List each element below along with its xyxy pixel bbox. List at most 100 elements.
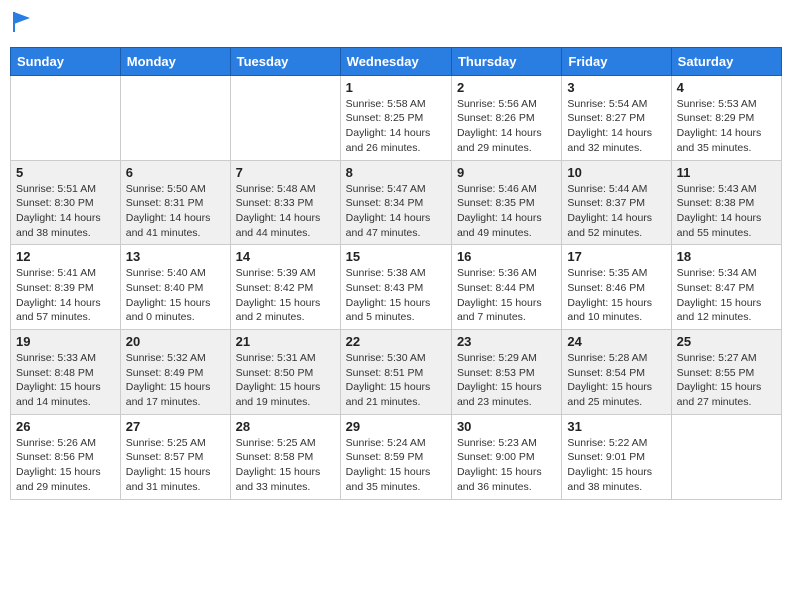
day-cell — [671, 414, 781, 499]
day-cell: 21 Sunrise: 5:31 AM Sunset: 8:50 PM Dayli… — [230, 330, 340, 415]
day-number: 31 — [567, 419, 665, 434]
day-cell: 9 Sunrise: 5:46 AM Sunset: 8:35 PM Daylig… — [451, 160, 561, 245]
day-info: Sunrise: 5:23 AM Sunset: 9:00 PM Dayligh… — [457, 436, 556, 495]
week-row-3: 12 Sunrise: 5:41 AM Sunset: 8:39 PM Dayli… — [11, 245, 782, 330]
day-number: 23 — [457, 334, 556, 349]
day-cell: 19 Sunrise: 5:33 AM Sunset: 8:48 PM Dayli… — [11, 330, 121, 415]
day-number: 2 — [457, 80, 556, 95]
day-info: Sunrise: 5:25 AM Sunset: 8:57 PM Dayligh… — [126, 436, 225, 495]
day-cell: 15Sunrise: 5:38 AM Sunset: 8:43 PM Dayli… — [340, 245, 451, 330]
day-cell: 22 Sunrise: 5:30 AM Sunset: 8:51 PM Dayli… — [340, 330, 451, 415]
day-cell: 13 Sunrise: 5:40 AM Sunset: 8:40 PM Dayli… — [120, 245, 230, 330]
week-row-5: 26 Sunrise: 5:26 AM Sunset: 8:56 PM Dayli… — [11, 414, 782, 499]
day-number: 22 — [346, 334, 446, 349]
day-cell: 18 Sunrise: 5:34 AM Sunset: 8:47 PM Dayli… — [671, 245, 781, 330]
day-number: 26 — [16, 419, 115, 434]
day-number: 11 — [677, 165, 776, 180]
day-info: Sunrise: 5:56 AM Sunset: 8:26 PM Dayligh… — [457, 97, 556, 156]
day-info: Sunrise: 5:39 AM Sunset: 8:42 PM Dayligh… — [236, 266, 335, 325]
day-number: 25 — [677, 334, 776, 349]
day-info: Sunrise: 5:44 AM Sunset: 8:37 PM Dayligh… — [567, 182, 665, 241]
day-header-saturday: Saturday — [671, 47, 781, 75]
day-info: Sunrise: 5:46 AM Sunset: 8:35 PM Dayligh… — [457, 182, 556, 241]
day-info: Sunrise: 5:34 AM Sunset: 8:47 PM Dayligh… — [677, 266, 776, 325]
day-info: Sunrise: 5:33 AM Sunset: 8:48 PM Dayligh… — [16, 351, 115, 410]
day-cell: 8 Sunrise: 5:47 AM Sunset: 8:34 PM Daylig… — [340, 160, 451, 245]
day-info: Sunrise: 5:27 AM Sunset: 8:55 PM Dayligh… — [677, 351, 776, 410]
day-info: Sunrise: 5:47 AM Sunset: 8:34 PM Dayligh… — [346, 182, 446, 241]
day-cell: 25 Sunrise: 5:27 AM Sunset: 8:55 PM Dayli… — [671, 330, 781, 415]
day-number: 16 — [457, 249, 556, 264]
day-number: 14 — [236, 249, 335, 264]
day-cell: 4 Sunrise: 5:53 AM Sunset: 8:29 PM Daylig… — [671, 75, 781, 160]
day-number: 4 — [677, 80, 776, 95]
day-cell: 24 Sunrise: 5:28 AM Sunset: 8:54 PM Dayli… — [562, 330, 671, 415]
day-header-tuesday: Tuesday — [230, 47, 340, 75]
day-info: Sunrise: 5:40 AM Sunset: 8:40 PM Dayligh… — [126, 266, 225, 325]
day-cell: 6 Sunrise: 5:50 AM Sunset: 8:31 PM Daylig… — [120, 160, 230, 245]
day-cell: 10 Sunrise: 5:44 AM Sunset: 8:37 PM Dayli… — [562, 160, 671, 245]
day-cell — [11, 75, 121, 160]
day-cell: 31Sunrise: 5:22 AM Sunset: 9:01 PM Dayli… — [562, 414, 671, 499]
day-info: Sunrise: 5:31 AM Sunset: 8:50 PM Dayligh… — [236, 351, 335, 410]
day-info: Sunrise: 5:28 AM Sunset: 8:54 PM Dayligh… — [567, 351, 665, 410]
logo-flag-icon — [12, 10, 32, 34]
day-info: Sunrise: 5:58 AM Sunset: 8:25 PM Dayligh… — [346, 97, 446, 156]
day-number: 7 — [236, 165, 335, 180]
day-cell — [120, 75, 230, 160]
day-cell: 7Sunrise: 5:48 AM Sunset: 8:33 PM Daylig… — [230, 160, 340, 245]
day-info: Sunrise: 5:26 AM Sunset: 8:56 PM Dayligh… — [16, 436, 115, 495]
day-cell: 26 Sunrise: 5:26 AM Sunset: 8:56 PM Dayli… — [11, 414, 121, 499]
day-info: Sunrise: 5:51 AM Sunset: 8:30 PM Dayligh… — [16, 182, 115, 241]
day-info: Sunrise: 5:24 AM Sunset: 8:59 PM Dayligh… — [346, 436, 446, 495]
day-info: Sunrise: 5:54 AM Sunset: 8:27 PM Dayligh… — [567, 97, 665, 156]
day-number: 30 — [457, 419, 556, 434]
day-info: Sunrise: 5:25 AM Sunset: 8:58 PM Dayligh… — [236, 436, 335, 495]
day-info: Sunrise: 5:41 AM Sunset: 8:39 PM Dayligh… — [16, 266, 115, 325]
day-number: 10 — [567, 165, 665, 180]
day-cell: 2 Sunrise: 5:56 AM Sunset: 8:26 PM Daylig… — [451, 75, 561, 160]
day-header-sunday: Sunday — [11, 47, 121, 75]
day-header-friday: Friday — [562, 47, 671, 75]
day-number: 1 — [346, 80, 446, 95]
day-info: Sunrise: 5:35 AM Sunset: 8:46 PM Dayligh… — [567, 266, 665, 325]
day-cell: 29 Sunrise: 5:24 AM Sunset: 8:59 PM Dayli… — [340, 414, 451, 499]
day-cell: 1 Sunrise: 5:58 AM Sunset: 8:25 PM Daylig… — [340, 75, 451, 160]
day-cell: 23Sunrise: 5:29 AM Sunset: 8:53 PM Dayli… — [451, 330, 561, 415]
day-number: 17 — [567, 249, 665, 264]
calendar-header-row: SundayMondayTuesdayWednesdayThursdayFrid… — [11, 47, 782, 75]
day-number: 9 — [457, 165, 556, 180]
day-number: 29 — [346, 419, 446, 434]
day-header-wednesday: Wednesday — [340, 47, 451, 75]
week-row-4: 19 Sunrise: 5:33 AM Sunset: 8:48 PM Dayli… — [11, 330, 782, 415]
day-number: 8 — [346, 165, 446, 180]
day-cell: 5Sunrise: 5:51 AM Sunset: 8:30 PM Daylig… — [11, 160, 121, 245]
day-info: Sunrise: 5:43 AM Sunset: 8:38 PM Dayligh… — [677, 182, 776, 241]
day-cell: 17 Sunrise: 5:35 AM Sunset: 8:46 PM Dayli… — [562, 245, 671, 330]
day-info: Sunrise: 5:53 AM Sunset: 8:29 PM Dayligh… — [677, 97, 776, 156]
day-number: 19 — [16, 334, 115, 349]
day-number: 18 — [677, 249, 776, 264]
day-cell: 14 Sunrise: 5:39 AM Sunset: 8:42 PM Dayli… — [230, 245, 340, 330]
logo — [10, 10, 32, 39]
day-number: 20 — [126, 334, 225, 349]
day-number: 28 — [236, 419, 335, 434]
day-info: Sunrise: 5:30 AM Sunset: 8:51 PM Dayligh… — [346, 351, 446, 410]
day-number: 15 — [346, 249, 446, 264]
day-number: 21 — [236, 334, 335, 349]
day-cell: 3 Sunrise: 5:54 AM Sunset: 8:27 PM Daylig… — [562, 75, 671, 160]
header — [10, 10, 782, 39]
day-cell: 16Sunrise: 5:36 AM Sunset: 8:44 PM Dayli… — [451, 245, 561, 330]
day-number: 6 — [126, 165, 225, 180]
day-number: 24 — [567, 334, 665, 349]
day-cell: 28 Sunrise: 5:25 AM Sunset: 8:58 PM Dayli… — [230, 414, 340, 499]
day-number: 12 — [16, 249, 115, 264]
day-number: 3 — [567, 80, 665, 95]
day-cell: 20Sunrise: 5:32 AM Sunset: 8:49 PM Dayli… — [120, 330, 230, 415]
day-number: 13 — [126, 249, 225, 264]
day-header-thursday: Thursday — [451, 47, 561, 75]
day-cell: 30 Sunrise: 5:23 AM Sunset: 9:00 PM Dayli… — [451, 414, 561, 499]
day-number: 27 — [126, 419, 225, 434]
day-info: Sunrise: 5:50 AM Sunset: 8:31 PM Dayligh… — [126, 182, 225, 241]
week-row-1: 1 Sunrise: 5:58 AM Sunset: 8:25 PM Daylig… — [11, 75, 782, 160]
